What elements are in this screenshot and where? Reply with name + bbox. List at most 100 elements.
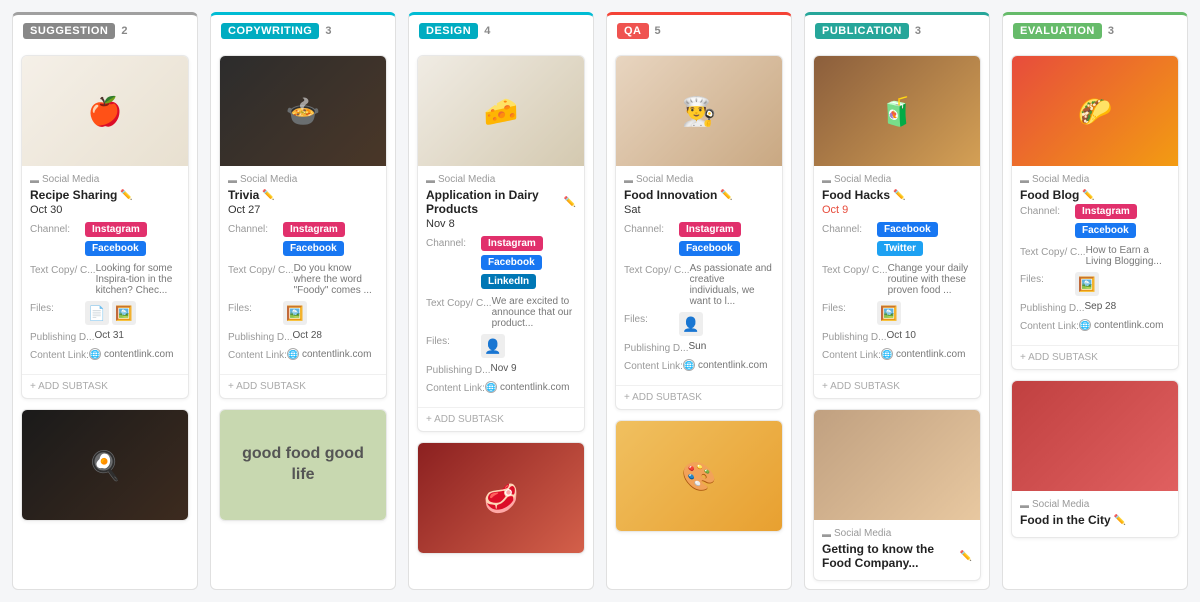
card-food-innovation[interactable]: 👨‍🍳▬ Social MediaFood Innovation ✏️SatCh… [615,55,783,410]
cards-container-evaluation: 🌮▬ Social MediaFood Blog ✏️Channel:Insta… [1003,47,1187,546]
files-label: Files: [228,301,283,314]
channel-label: Channel: [30,222,85,235]
channel-row: Channel:FacebookTwitter [822,222,972,258]
card-food-hacks[interactable]: 🧃▬ Social MediaFood Hacks ✏️Oct 9Channel… [813,55,981,399]
column-header-evaluation: EVALUATION3 [1003,15,1187,47]
channel-row: Channel:Instagram Facebook [228,222,378,258]
tag-instagram[interactable]: Instagram [1075,204,1137,219]
text-copy-row: Text Copy/ C...Looking for some Inspira-… [30,263,180,296]
file-thumb[interactable]: 📄 [85,301,109,325]
tag-facebook[interactable]: Facebook [1075,223,1136,238]
tag-instagram[interactable]: Instagram [85,222,147,237]
file-thumb[interactable]: 🖼️ [283,301,307,325]
column-header-qa: QA5 [607,15,791,47]
tag-facebook[interactable]: Facebook [283,241,344,256]
globe-icon: 🌐 [485,381,497,393]
pub-date-label: Publishing D... [822,330,886,343]
channel-row: Channel:InstagramFacebook [1020,204,1170,240]
channel-row: Channel:InstagramFacebook [624,222,774,258]
files-value: 👤 [481,334,576,358]
card-trivia[interactable]: 🍲▬ Social MediaTrivia ✏️Oct 27Channel:In… [219,55,387,399]
tag-facebook[interactable]: Facebook [481,255,542,270]
card-eggs[interactable]: 🍳 [21,409,189,521]
pub-date-row: Publishing D...Sun [624,341,774,354]
edit-icon: ✏️ [893,190,905,201]
file-thumb[interactable]: 🖼️ [1075,272,1099,296]
card-food-blog[interactable]: 🌮▬ Social MediaFood Blog ✏️Channel:Insta… [1011,55,1179,370]
card-category: ▬ Social Media [1020,499,1170,510]
files-row: Files:🖼️ [228,301,378,325]
card-title: Food Innovation ✏️ [624,188,774,202]
file-thumb[interactable]: 🖼️ [112,301,136,325]
file-thumb[interactable]: 🖼️ [877,301,901,325]
pub-date-label: Publishing D... [30,330,94,343]
card-image: 🌮 [1012,56,1178,166]
text-copy-label: Text Copy/ C... [30,263,96,276]
column-count: 4 [484,25,490,37]
text-copy-label: Text Copy/ C... [228,263,294,276]
tag-instagram[interactable]: Instagram [283,222,345,237]
files-row: Files:📄🖼️ [30,301,180,325]
card-colorful[interactable]: 🎨 [615,420,783,532]
add-subtask-button[interactable]: + ADD SUBTASK [616,385,782,409]
column-qa: QA5👨‍🍳▬ Social MediaFood Innovation ✏️Sa… [606,12,792,590]
pub-date-value: Oct 10 [886,330,972,341]
card-recipe-sharing[interactable]: 🍎▬ Social MediaRecipe Sharing ✏️Oct 30Ch… [21,55,189,399]
text-copy-value: As passionate and creative individuals, … [690,263,774,307]
card-category: ▬ Social Media [1020,174,1170,185]
tag-linkedin[interactable]: LinkedIn [481,274,536,289]
tag-instagram[interactable]: Instagram [679,222,741,237]
files-row: Files:🖼️ [1020,272,1170,296]
text-copy-row: Text Copy/ C...We are excited to announc… [426,296,576,329]
globe-icon: 🌐 [1079,319,1091,331]
channel-tags: Instagram Facebook [679,222,774,258]
card-food-in-city[interactable]: ▬ Social MediaFood in the City ✏️ [1011,380,1179,538]
channel-tags: Instagram Facebook [85,222,180,258]
channel-label: Channel: [228,222,283,235]
channel-row: Channel:InstagramFacebookLinkedIn [426,236,576,291]
column-suggestion: SUGGESTION 2 🍎▬ Social MediaRecipe Sharing… [12,12,198,590]
content-link-row: Content Link:🌐contentlink.com [228,348,378,361]
card-image: 👨‍🍳 [616,56,782,166]
file-thumb[interactable]: 👤 [679,312,703,336]
tag-facebook[interactable]: Facebook [85,241,146,256]
card-date: Oct 9 [822,204,972,216]
file-thumb[interactable]: 👤 [481,334,505,358]
files-value: 👤 [679,312,774,336]
files-row: Files:👤 [426,334,576,358]
card-goodfood[interactable]: good food good life [219,409,387,521]
pub-date-row: Publishing D...Oct 28 [228,330,378,343]
tag-facebook[interactable]: Facebook [679,241,740,256]
card-dairy-products[interactable]: 🧀▬ Social MediaApplication in Dairy Prod… [417,55,585,432]
add-subtask-button[interactable]: + ADD SUBTASK [1012,345,1178,369]
card-date: Oct 27 [228,204,378,216]
card-title: Getting to know the Food Company... ✏️ [822,542,972,570]
card-image: 🧀 [418,56,584,166]
add-subtask-button[interactable]: + ADD SUBTASK [220,374,386,398]
card-body: ▬ Social MediaRecipe Sharing ✏️Oct 30Cha… [22,166,188,374]
globe-icon: 🌐 [89,348,101,360]
channel-row: Channel:Instagram Facebook [30,222,180,258]
tag-instagram[interactable]: Instagram [481,236,543,251]
add-subtask-button[interactable]: + ADD SUBTASK [418,407,584,431]
globe-icon: 🌐 [881,348,893,360]
card-body: ▬ Social MediaTrivia ✏️Oct 27Channel:Ins… [220,166,386,374]
card-image [814,410,980,520]
tag-twitter[interactable]: Twitter [877,241,923,256]
tag-facebook[interactable]: Facebook [877,222,938,237]
add-subtask-button[interactable]: + ADD SUBTASK [814,374,980,398]
column-count: 2 [121,25,127,37]
content-link-value: 🌐contentlink.com [881,348,972,360]
content-link-value: 🌐contentlink.com [89,348,180,360]
pub-date-value: Oct 31 [94,330,180,341]
card-category: ▬ Social Media [624,174,774,185]
card-body: ▬ Social MediaFood Blog ✏️Channel:Instag… [1012,166,1178,345]
files-row: Files:👤 [624,312,774,336]
column-label: SUGGESTION [23,23,115,39]
card-meat[interactable]: 🥩 [417,442,585,554]
card-getting-to-know[interactable]: ▬ Social MediaGetting to know the Food C… [813,409,981,581]
globe-icon: 🌐 [683,359,695,371]
card-title: Recipe Sharing ✏️ [30,188,180,202]
add-subtask-button[interactable]: + ADD SUBTASK [22,374,188,398]
cards-container-publication: 🧃▬ Social MediaFood Hacks ✏️Oct 9Channel… [805,47,989,589]
